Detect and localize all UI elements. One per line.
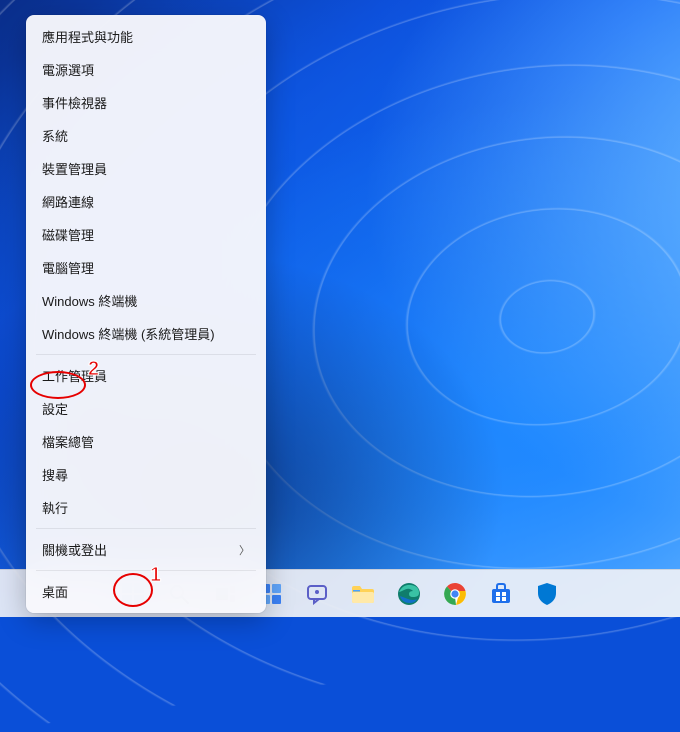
chat-icon bbox=[306, 583, 328, 605]
edge-button[interactable] bbox=[389, 574, 429, 614]
menu-item-label: 關機或登出 bbox=[42, 540, 107, 559]
shield-icon bbox=[536, 582, 558, 606]
menu-item-label: 事件檢視器 bbox=[42, 93, 107, 112]
store-button[interactable] bbox=[481, 574, 521, 614]
menu-item-label: 電腦管理 bbox=[42, 258, 94, 277]
menu-item-label: 網路連線 bbox=[42, 192, 94, 211]
menu-item-settings[interactable]: 設定 bbox=[26, 392, 266, 425]
chat-button[interactable] bbox=[297, 574, 337, 614]
security-button[interactable] bbox=[527, 574, 567, 614]
chevron-right-icon: 〉 bbox=[239, 542, 250, 558]
menu-separator bbox=[36, 570, 256, 571]
menu-item-computer-management[interactable]: 電腦管理 bbox=[26, 251, 266, 284]
menu-separator bbox=[36, 528, 256, 529]
menu-item-network-connections[interactable]: 網路連線 bbox=[26, 185, 266, 218]
menu-item-power-options[interactable]: 電源選項 bbox=[26, 53, 266, 86]
menu-item-label: 應用程式與功能 bbox=[42, 27, 133, 46]
menu-item-label: 檔案總管 bbox=[42, 432, 94, 451]
menu-item-shutdown-signout[interactable]: 關機或登出 〉 bbox=[26, 533, 266, 566]
menu-item-label: Windows 終端機 bbox=[42, 291, 137, 310]
menu-item-disk-management[interactable]: 磁碟管理 bbox=[26, 218, 266, 251]
chrome-button[interactable] bbox=[435, 574, 475, 614]
menu-item-label: 工作管理員 bbox=[42, 366, 107, 385]
menu-item-label: 裝置管理員 bbox=[42, 159, 107, 178]
file-explorer-button[interactable] bbox=[343, 574, 383, 614]
menu-item-desktop[interactable]: 桌面 bbox=[26, 575, 266, 608]
menu-item-label: 桌面 bbox=[42, 582, 68, 601]
menu-item-apps-features[interactable]: 應用程式與功能 bbox=[26, 20, 266, 53]
menu-item-label: 設定 bbox=[42, 399, 68, 418]
menu-item-label: 執行 bbox=[42, 498, 68, 517]
store-icon bbox=[489, 582, 513, 606]
menu-item-event-viewer[interactable]: 事件檢視器 bbox=[26, 86, 266, 119]
chrome-icon bbox=[443, 582, 467, 606]
power-user-menu: 應用程式與功能 電源選項 事件檢視器 系統 裝置管理員 網路連線 磁碟管理 電腦… bbox=[26, 15, 266, 613]
folder-icon bbox=[351, 583, 375, 605]
menu-item-label: Windows 終端機 (系統管理員) bbox=[42, 324, 215, 343]
menu-item-run[interactable]: 執行 bbox=[26, 491, 266, 524]
edge-icon bbox=[397, 582, 421, 606]
menu-item-label: 磁碟管理 bbox=[42, 225, 94, 244]
menu-item-device-manager[interactable]: 裝置管理員 bbox=[26, 152, 266, 185]
menu-item-system[interactable]: 系統 bbox=[26, 119, 266, 152]
menu-item-label: 系統 bbox=[42, 126, 68, 145]
menu-item-windows-terminal[interactable]: Windows 終端機 bbox=[26, 284, 266, 317]
menu-item-label: 電源選項 bbox=[42, 60, 94, 79]
menu-item-windows-terminal-admin[interactable]: Windows 終端機 (系統管理員) bbox=[26, 317, 266, 350]
menu-item-task-manager[interactable]: 工作管理員 bbox=[26, 359, 266, 392]
menu-separator bbox=[36, 354, 256, 355]
menu-item-search[interactable]: 搜尋 bbox=[26, 458, 266, 491]
menu-item-file-explorer[interactable]: 檔案總管 bbox=[26, 425, 266, 458]
menu-item-label: 搜尋 bbox=[42, 465, 68, 484]
